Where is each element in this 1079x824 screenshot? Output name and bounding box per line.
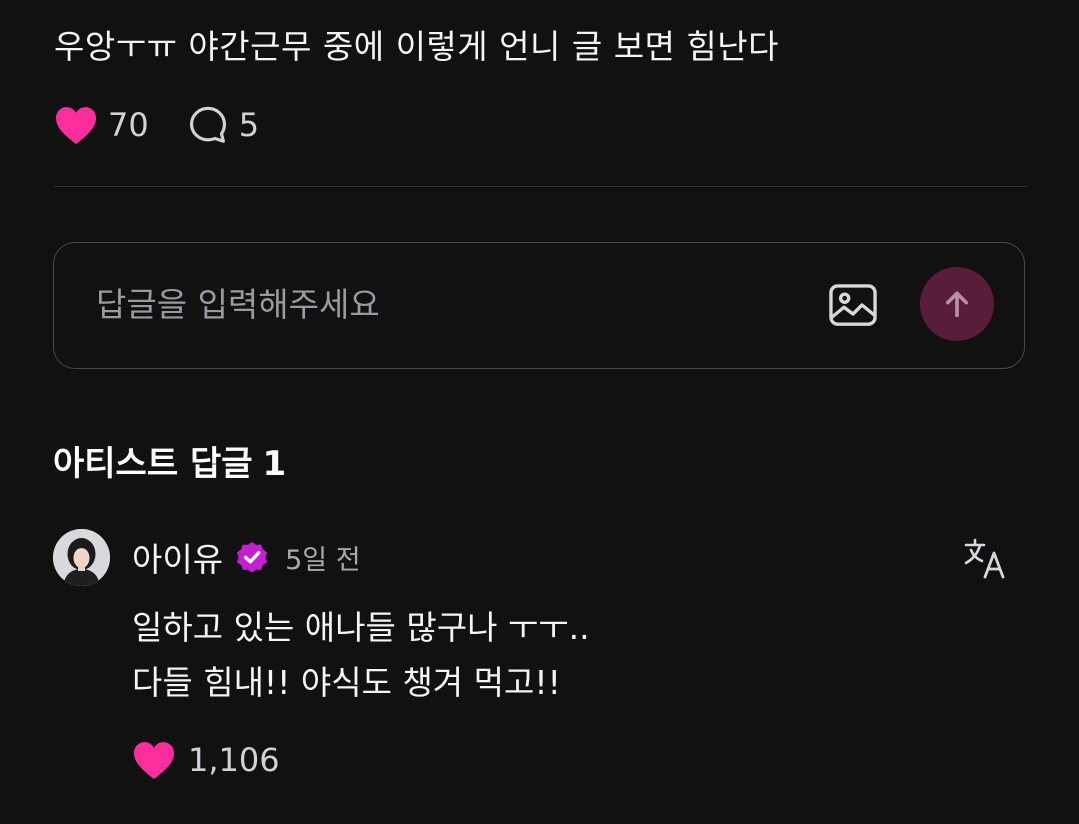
send-reply-button[interactable] <box>920 267 994 341</box>
post-like-button[interactable]: 70 <box>54 105 149 145</box>
comment-header: 아이유 5일 전 <box>132 532 361 582</box>
comment-time: 5일 전 <box>285 544 361 576</box>
image-icon <box>829 284 877 326</box>
arrow-up-icon <box>945 291 969 318</box>
comment-body: 일하고 있는 애나들 많구나 ㅜㅜ.. 다들 힘내!! 야식도 챙겨 먹고!! <box>132 600 590 710</box>
reply-composer <box>53 242 1025 369</box>
heart-icon <box>134 742 174 780</box>
artist-replies-title: 아티스트 답글 <box>53 444 253 484</box>
author-name[interactable]: 아이유 <box>132 533 223 581</box>
artist-replies-count: 1 <box>262 444 287 484</box>
post-comment-button[interactable]: 5 <box>187 104 259 146</box>
translate-icon <box>964 538 1005 579</box>
comment-line: 일하고 있는 애나들 많구나 ㅜㅜ.. <box>132 608 590 647</box>
verified-badge-icon <box>237 541 268 573</box>
comment-like-button[interactable]: 1,106 <box>132 737 280 783</box>
post-comment-count: 5 <box>238 106 260 144</box>
post-text: 우앙ㅜㅠ 야간근무 중에 이렇게 언니 글 보면 힘난다 <box>54 27 779 66</box>
post-actions: 70 5 <box>54 102 259 148</box>
divider <box>54 186 1028 187</box>
artist-replies-heading: 아티스트 답글 1 <box>53 436 286 485</box>
comment-icon <box>189 106 226 143</box>
attach-image-button[interactable] <box>826 278 880 332</box>
avatar-image <box>53 529 110 586</box>
heart-icon <box>56 107 96 145</box>
reply-input[interactable] <box>96 277 796 331</box>
comment-like-count: 1,106 <box>188 741 280 779</box>
fan-post-thread: 우앙ㅜㅠ 야간근무 중에 이렇게 언니 글 보면 힘난다 70 5 답글을 입력… <box>0 0 1079 824</box>
avatar[interactable] <box>53 529 110 586</box>
comment-line: 다들 힘내!! 야식도 챙겨 먹고!! <box>132 663 561 702</box>
translate-button[interactable] <box>962 535 1010 583</box>
post-like-count: 70 <box>108 106 149 144</box>
